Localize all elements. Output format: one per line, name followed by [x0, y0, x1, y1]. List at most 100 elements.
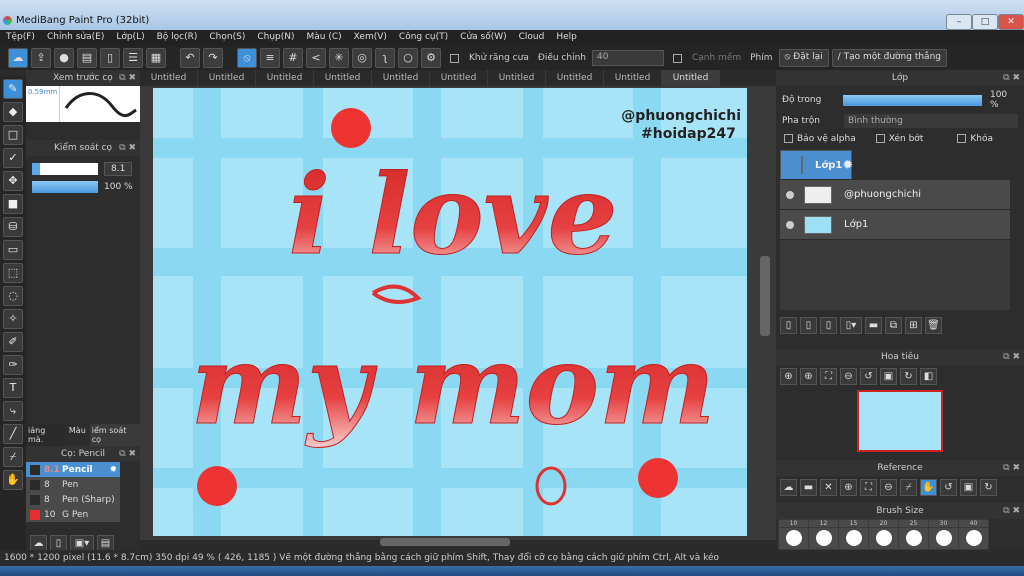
- comment-icon[interactable]: ●: [54, 48, 74, 68]
- eye-icon[interactable]: [786, 190, 794, 199]
- lasso-tool-icon[interactable]: ◌: [3, 286, 23, 306]
- tab-document[interactable]: Untitled: [546, 70, 604, 86]
- brush-size-option[interactable]: 30: [928, 519, 959, 528]
- select-tool-icon[interactable]: ⬚: [3, 263, 23, 283]
- ellipse-snap-icon[interactable]: ○: [398, 48, 418, 68]
- tab-document[interactable]: Untitled: [488, 70, 546, 86]
- cloud-icon[interactable]: ☁: [780, 479, 797, 496]
- cloud-icon[interactable]: ☁: [8, 48, 28, 68]
- reset-view-icon[interactable]: ▣: [960, 479, 977, 496]
- delete-layer-icon[interactable]: 🗑: [925, 317, 942, 334]
- brush-item-pen-sharp[interactable]: 8 Pen (Sharp): [26, 492, 120, 507]
- new-8bit-layer-icon[interactable]: ▯: [820, 317, 837, 334]
- fit-icon[interactable]: ⛶: [820, 368, 837, 385]
- blend-select[interactable]: Bình thường: [844, 114, 1018, 128]
- antialias-checkbox[interactable]: [450, 53, 459, 63]
- tab-document[interactable]: Untitled: [372, 70, 430, 86]
- grid-add-icon[interactable]: ▦: [146, 48, 166, 68]
- redo-icon[interactable]: ↷: [203, 48, 223, 68]
- navigator-thumbnail[interactable]: [857, 390, 943, 452]
- soft-edge-checkbox[interactable]: [672, 53, 682, 63]
- perspective-snap-icon[interactable]: <: [306, 48, 326, 68]
- panel-close-icon[interactable]: ⧉ ✖: [119, 446, 136, 462]
- canvas-area[interactable]: i love my mom @phuongchichi #hoidap247: [140, 86, 776, 546]
- parallel-snap-icon[interactable]: ≡: [260, 48, 280, 68]
- hand-icon[interactable]: ✋: [920, 479, 937, 496]
- eraser-tool-icon[interactable]: ◆: [3, 102, 23, 122]
- menu-filter[interactable]: Bộ lọc(R): [151, 30, 204, 46]
- brush-size-dot[interactable]: [965, 529, 982, 546]
- panel-close-icon[interactable]: ⧉ ✖: [1003, 70, 1020, 86]
- menu-help[interactable]: Help: [550, 30, 583, 46]
- tab-document[interactable]: Untitled: [198, 70, 256, 86]
- undo-icon[interactable]: ↶: [180, 48, 200, 68]
- panel-close-icon[interactable]: ⧉ ✖: [1003, 460, 1020, 476]
- brush-size-option[interactable]: 12: [808, 519, 839, 528]
- layer-row[interactable]: Lớp1 ✹: [780, 150, 853, 180]
- zoom-in-icon[interactable]: ⊕: [840, 479, 857, 496]
- brush-size-dot[interactable]: [935, 529, 952, 546]
- eyedropper-icon[interactable]: ⌿: [900, 479, 917, 496]
- panel-close-icon[interactable]: ⧉ ✖: [119, 140, 136, 156]
- tab-palette[interactable]: iảng mà.: [26, 424, 65, 446]
- menu-layer[interactable]: Lớp(L): [110, 30, 150, 46]
- snap-off-icon[interactable]: ⦸: [237, 48, 257, 68]
- menu-file[interactable]: Tệp(F): [0, 30, 41, 46]
- brush-size-dot[interactable]: [815, 529, 832, 546]
- brush-tool-icon[interactable]: ✎: [3, 79, 23, 99]
- close-icon[interactable]: ✕: [820, 479, 837, 496]
- circle-snap-icon[interactable]: ◎: [352, 48, 372, 68]
- zoom-out-icon[interactable]: ⊖: [840, 368, 857, 385]
- bucket-tool-icon[interactable]: ⛁: [3, 217, 23, 237]
- brush-size-dot[interactable]: [875, 529, 892, 546]
- minimize-button[interactable]: –: [946, 14, 972, 30]
- rotate-left-icon[interactable]: ↺: [860, 368, 877, 385]
- merge-layer-icon[interactable]: ⊞: [905, 317, 922, 334]
- brush-size-dot[interactable]: [785, 529, 802, 546]
- rotate-right-icon[interactable]: ↻: [980, 479, 997, 496]
- radial-snap-icon[interactable]: ✳: [329, 48, 349, 68]
- reset-button[interactable]: ⦸ Đặt lại: [778, 49, 829, 67]
- brush-item-pencil[interactable]: 8.1 Pencil ✹: [26, 462, 120, 477]
- hand-tool-icon[interactable]: ✋: [3, 470, 23, 490]
- brush-size-slider[interactable]: [32, 163, 98, 175]
- new-layer-icon[interactable]: ▯: [780, 317, 797, 334]
- panel-close-icon[interactable]: ⧉ ✖: [1003, 503, 1020, 519]
- settings-icon[interactable]: ⚙: [421, 48, 441, 68]
- open-folder-icon[interactable]: ▬: [800, 479, 817, 496]
- select-pen-tool-icon[interactable]: ✐: [3, 332, 23, 352]
- brush-size-dot[interactable]: [845, 529, 862, 546]
- menu-snap[interactable]: Chụp(N): [251, 30, 300, 46]
- fit-icon[interactable]: ⛶: [860, 479, 877, 496]
- text-tool-icon[interactable]: T: [3, 378, 23, 398]
- close-button[interactable]: ✕: [998, 14, 1024, 30]
- gear-icon[interactable]: ✹: [109, 465, 120, 475]
- brush-size-value[interactable]: 8.1: [104, 162, 133, 176]
- rotate-left-icon[interactable]: ↺: [940, 479, 957, 496]
- make-line-button[interactable]: / Tạo một đường thẳng: [831, 49, 947, 67]
- grid-snap-icon[interactable]: #: [283, 48, 303, 68]
- brush-size-dot[interactable]: [905, 529, 922, 546]
- clipping-checkbox[interactable]: Xén bớt: [875, 134, 923, 144]
- tab-document[interactable]: Untitled: [604, 70, 662, 86]
- menu-edit[interactable]: Chỉnh sửa(E): [41, 30, 110, 46]
- adjust-select[interactable]: 40: [591, 50, 664, 66]
- zoom-in-icon[interactable]: ⊕: [800, 368, 817, 385]
- vertical-scrollbar[interactable]: [760, 256, 770, 336]
- zoom-in-icon[interactable]: ⊕: [780, 368, 797, 385]
- brush-size-option[interactable]: 40: [958, 519, 989, 528]
- menu-tools[interactable]: Công cụ(T): [393, 30, 454, 46]
- artwork-canvas[interactable]: i love my mom @phuongchichi #hoidap247: [153, 88, 747, 536]
- select-eraser-tool-icon[interactable]: ✑: [3, 355, 23, 375]
- panel-close-icon[interactable]: ⧉ ✖: [119, 70, 136, 86]
- new-halftone-layer-icon[interactable]: ▯: [800, 317, 817, 334]
- magic-wand-tool-icon[interactable]: ✧: [3, 309, 23, 329]
- tab-brush-control[interactable]: iểm soát cọ: [89, 424, 140, 446]
- tab-color[interactable]: Màu: [65, 424, 90, 446]
- tab-document[interactable]: Untitled: [314, 70, 372, 86]
- duplicate-layer-icon[interactable]: ⧉: [885, 317, 902, 334]
- brush-size-option[interactable]: 25: [898, 519, 929, 528]
- brush-size-option[interactable]: 15: [838, 519, 869, 528]
- lock-checkbox[interactable]: Khóa: [957, 134, 993, 144]
- rotate-right-icon[interactable]: ↻: [900, 368, 917, 385]
